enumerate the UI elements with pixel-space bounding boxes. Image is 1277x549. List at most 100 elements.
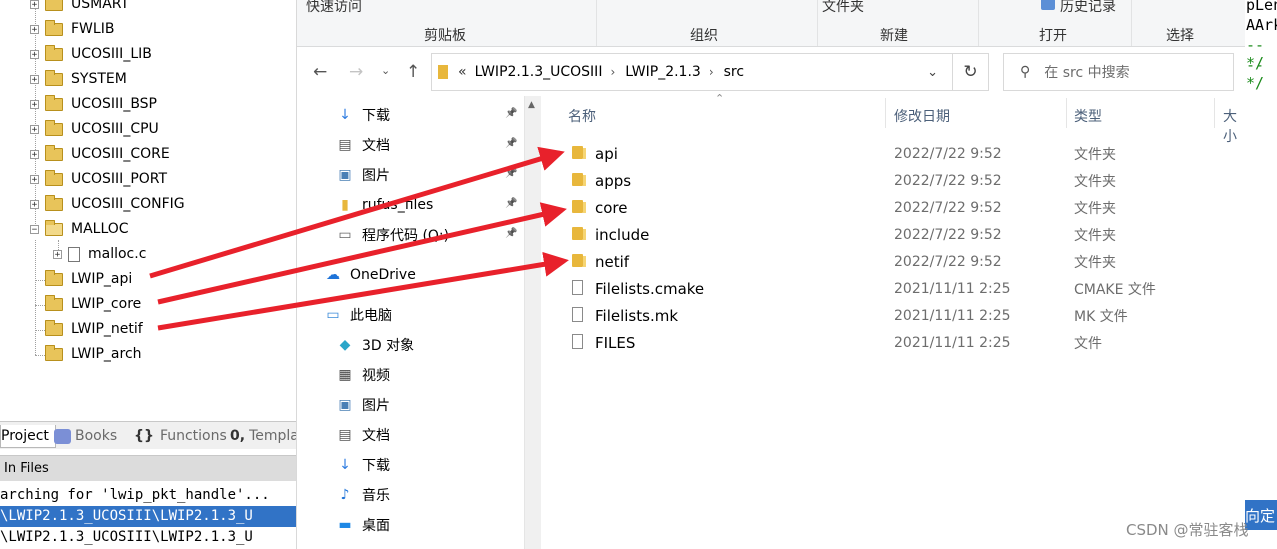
- expand-icon[interactable]: +: [30, 24, 39, 34]
- expand-icon[interactable]: +: [30, 99, 39, 109]
- nav-item[interactable]: ▦ 视频: [337, 362, 390, 388]
- back-arrow-icon[interactable]: ←: [313, 62, 327, 82]
- recent-locations-chevron-icon[interactable]: ⌄: [381, 64, 390, 77]
- tab-templates[interactable]: 0, Templa: [230, 425, 299, 447]
- nav-item[interactable]: ☁ OneDrive: [325, 262, 416, 288]
- tree-item[interactable]: + USMART: [30, 0, 129, 15]
- pin-icon[interactable]: 📌: [505, 228, 517, 239]
- expand-icon[interactable]: +: [30, 199, 39, 209]
- expand-icon[interactable]: +: [30, 174, 39, 184]
- expand-icon[interactable]: +: [30, 49, 39, 59]
- breadcrumb-overflow[interactable]: «: [458, 64, 467, 80]
- console-line[interactable]: arching for 'lwip_pkt_handle'...: [0, 485, 296, 506]
- nav-item-label: 程序代码 (Q:): [362, 228, 450, 244]
- nav-item[interactable]: ↓ 下载: [337, 452, 390, 478]
- nav-item[interactable]: ↓ 下载: [337, 102, 390, 128]
- breadcrumb-src[interactable]: src: [724, 64, 744, 80]
- history-icon: [1041, 0, 1055, 10]
- scroll-up-icon[interactable]: ▲: [528, 100, 535, 110]
- nav-item[interactable]: ▣ 图片: [337, 392, 390, 418]
- tree-item[interactable]: LWIP_arch: [30, 343, 142, 365]
- folder-icon: [45, 44, 63, 61]
- file-row[interactable]: include 2022/7/22 9:52 文件夹: [540, 221, 1245, 248]
- file-row[interactable]: apps 2022/7/22 9:52 文件夹: [540, 167, 1245, 194]
- file-row[interactable]: Filelists.cmake 2021/11/11 2:25 CMAKE 文件: [540, 275, 1245, 302]
- tree-item[interactable]: + UCOSIII_BSP: [30, 93, 157, 115]
- tree-item-label: UCOSIII_CORE: [71, 146, 170, 162]
- nav-item-label: 此电脑: [350, 308, 392, 324]
- column-header-type[interactable]: 类型: [1074, 106, 1102, 126]
- search-icon: ⚲: [1020, 64, 1031, 80]
- nav-item[interactable]: ▣ 图片: [337, 162, 390, 188]
- tree-item[interactable]: + UCOSIII_PORT: [30, 168, 167, 190]
- file-row[interactable]: netif 2022/7/22 9:52 文件夹: [540, 248, 1245, 275]
- chevron-right-icon[interactable]: ›: [610, 65, 615, 79]
- chevron-down-icon[interactable]: ⌄: [927, 65, 938, 80]
- search-input[interactable]: ⚲ 在 src 中搜索: [1003, 53, 1234, 91]
- collapse-icon[interactable]: −: [30, 224, 39, 234]
- nav-item[interactable]: ♪ 音乐: [337, 482, 390, 508]
- tree-item[interactable]: LWIP_netif: [30, 318, 143, 340]
- tree-connector: [30, 350, 39, 359]
- folder-icon: [45, 0, 63, 11]
- expand-icon[interactable]: +: [30, 74, 39, 84]
- tree-item[interactable]: + malloc.c: [53, 243, 146, 265]
- tree-item[interactable]: + FWLIB: [30, 18, 114, 40]
- tree-item[interactable]: + UCOSIII_LIB: [30, 43, 152, 65]
- pin-icon[interactable]: 📌: [505, 138, 517, 149]
- pin-icon[interactable]: 📌: [505, 198, 517, 209]
- file-row[interactable]: FILES 2021/11/11 2:25 文件: [540, 329, 1245, 356]
- tab-project[interactable]: Project: [0, 425, 56, 448]
- nav-item[interactable]: ◆ 3D 对象: [337, 332, 415, 358]
- expand-icon[interactable]: +: [53, 249, 62, 259]
- file-row[interactable]: Filelists.mk 2021/11/11 2:25 MK 文件: [540, 302, 1245, 329]
- up-arrow-icon[interactable]: ↑: [406, 62, 420, 82]
- tree-item[interactable]: + SYSTEM: [30, 68, 127, 90]
- console-line-selected[interactable]: \LWIP2.1.3_UCOSIII\LWIP2.1.3_U: [0, 506, 296, 527]
- navigation-scrollbar[interactable]: ▲: [524, 96, 541, 549]
- nav-item[interactable]: ▤ 文档: [337, 132, 390, 158]
- tree-item-label: LWIP_api: [71, 271, 133, 287]
- tree-item[interactable]: LWIP_core: [30, 293, 141, 315]
- column-header-name[interactable]: 名称: [568, 106, 596, 126]
- pin-icon[interactable]: 📌: [505, 108, 517, 119]
- tree-item[interactable]: + UCOSIII_CORE: [30, 143, 170, 165]
- nav-item[interactable]: ▤ 文档: [337, 422, 390, 448]
- tab-functions-label: Functions: [159, 428, 227, 444]
- tree-item[interactable]: LWIP_api: [30, 268, 132, 290]
- history-button[interactable]: 历史记录: [1060, 0, 1116, 16]
- folder-icon: [45, 144, 63, 161]
- nav-item[interactable]: ▭ 程序代码 (Q:): [337, 222, 449, 248]
- column-header-date[interactable]: 修改日期: [894, 106, 950, 126]
- nav-item-label: rufus_files: [362, 197, 434, 213]
- address-bar[interactable]: « LWIP2.1.3_UCOSIII › LWIP_2.1.3 › src ⌄: [431, 53, 953, 91]
- expand-icon[interactable]: +: [30, 149, 39, 159]
- tab-books[interactable]: Books: [54, 425, 117, 447]
- expand-icon[interactable]: +: [30, 124, 39, 134]
- file-row[interactable]: core 2022/7/22 9:52 文件夹: [540, 194, 1245, 221]
- tree-item[interactable]: − MALLOC: [30, 218, 129, 240]
- tree-item[interactable]: + UCOSIII_CPU: [30, 118, 159, 140]
- tree-item-label: MALLOC: [71, 221, 129, 237]
- tab-functions[interactable]: {} Functions: [134, 425, 227, 447]
- file-icon: [572, 280, 583, 295]
- refresh-button[interactable]: ↻: [953, 53, 989, 91]
- code-line: pLen: [1246, 0, 1277, 14]
- forward-arrow-icon[interactable]: →: [349, 62, 363, 82]
- nav-item[interactable]: ▮ rufus_files: [337, 192, 433, 218]
- breadcrumb-lwip-ucosiii[interactable]: LWIP2.1.3_UCOSIII: [475, 64, 603, 80]
- tree-item[interactable]: + UCOSIII_CONFIG: [30, 193, 185, 215]
- chevron-right-icon[interactable]: ›: [709, 65, 714, 79]
- tree-item-label: LWIP_core: [71, 296, 142, 312]
- pin-icon[interactable]: 📌: [505, 168, 517, 179]
- expand-icon[interactable]: +: [30, 0, 39, 9]
- nav-item[interactable]: ▬ 桌面: [337, 512, 390, 538]
- new-folder-button[interactable]: 文件夹: [822, 0, 864, 16]
- nav-item[interactable]: ▭ 此电脑: [325, 302, 392, 328]
- find-results-console[interactable]: arching for 'lwip_pkt_handle'... \LWIP2.…: [0, 482, 296, 549]
- quick-access-button[interactable]: 快速访问: [306, 0, 362, 16]
- file-row[interactable]: api 2022/7/22 9:52 文件夹: [540, 140, 1245, 167]
- breadcrumb-lwip-2-1-3[interactable]: LWIP_2.1.3: [625, 64, 701, 80]
- tree-item-label: UCOSIII_BSP: [71, 96, 158, 112]
- console-line[interactable]: \LWIP2.1.3_UCOSIII\LWIP2.1.3_U: [0, 527, 296, 548]
